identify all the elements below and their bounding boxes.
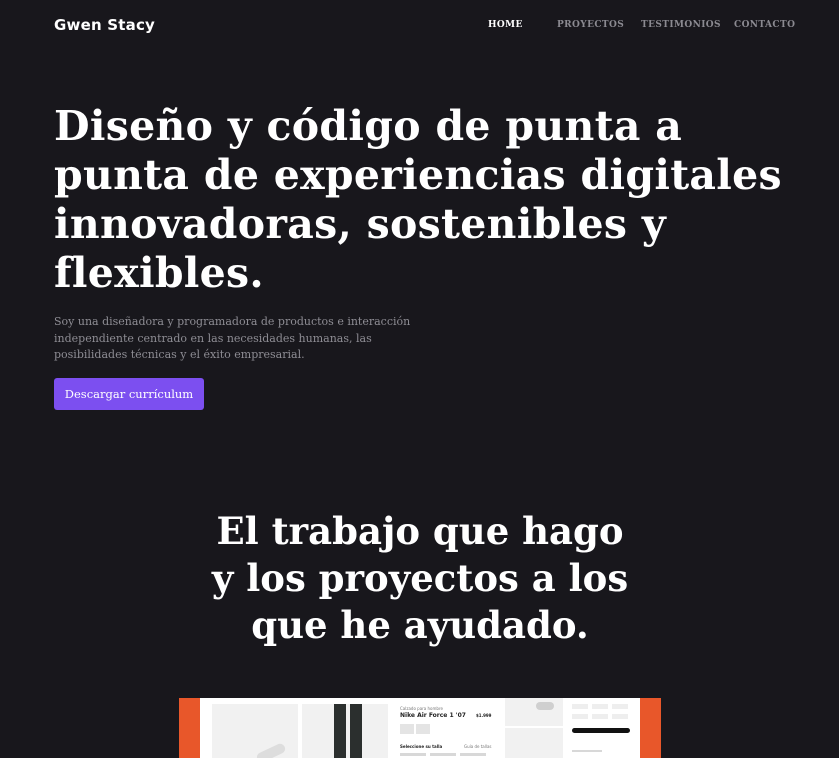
work-title-line: que he ayudado.	[251, 603, 589, 647]
hero-title-line: punta de experiencias digitales	[54, 151, 782, 199]
size-option	[592, 704, 608, 709]
hero-title-line: flexibles.	[54, 249, 265, 297]
nav-contacto[interactable]: CONTACTO	[734, 20, 795, 30]
add-to-bag-button	[572, 728, 630, 733]
project-preview-screenshot: Calzado para hombre Nike Air Force 1 '07…	[200, 698, 640, 758]
hero-title-line: innovadoras, sostenibles y	[54, 200, 666, 248]
thumbnail	[400, 724, 414, 734]
size-option	[612, 704, 628, 709]
size-option	[572, 714, 588, 719]
size-option	[460, 753, 486, 756]
work-section-title: El trabajo que hago y los proyectos a lo…	[170, 508, 670, 649]
hero-subtitle-line: Soy una diseñadora y programadora de pro…	[54, 315, 411, 328]
product-name: Nike Air Force 1 '07	[400, 712, 466, 719]
shoe-image	[536, 702, 554, 710]
text-line	[572, 750, 602, 752]
pants-image	[334, 704, 346, 758]
hero-subtitle: Soy una diseñadora y programadora de pro…	[54, 314, 414, 364]
pants-image	[350, 704, 362, 758]
size-option	[592, 714, 608, 719]
size-label: Seleccione su talla	[400, 744, 443, 749]
nav-home[interactable]: HOME	[488, 20, 523, 30]
size-option	[400, 753, 426, 756]
size-option	[572, 704, 588, 709]
top-navigation-bar: Gwen Stacy HOME PROYECTOS TESTIMONIOS CO…	[0, 0, 839, 52]
hero-title-line: Diseño y código de punta a	[54, 102, 683, 150]
product-category: Calzado para hombre	[400, 706, 443, 711]
product-image-placeholder	[505, 698, 563, 726]
hero-title: Diseño y código de punta a punta de expe…	[54, 102, 814, 298]
product-price: $1.999	[476, 713, 492, 718]
hero-subtitle-line: posibilidades técnicas y el éxito empres…	[54, 348, 305, 361]
thumbnail	[416, 724, 430, 734]
hero-subtitle-line: independiente centrado en las necesidade…	[54, 331, 372, 345]
nav-proyectos[interactable]: PROYECTOS	[557, 20, 624, 30]
size-guide-link: Guía de tallas	[464, 744, 492, 749]
download-resume-button[interactable]: Descargar currículum	[54, 378, 204, 410]
size-option	[612, 714, 628, 719]
project-preview-card[interactable]: Calzado para hombre Nike Air Force 1 '07…	[179, 698, 661, 758]
work-title-line: y los proyectos a los	[211, 556, 629, 600]
nav-testimonios[interactable]: TESTIMONIOS	[641, 20, 721, 30]
brand-logo[interactable]: Gwen Stacy	[54, 16, 155, 34]
product-image-placeholder	[505, 728, 563, 758]
size-option	[430, 753, 456, 756]
work-title-line: El trabajo que hago	[216, 509, 624, 553]
